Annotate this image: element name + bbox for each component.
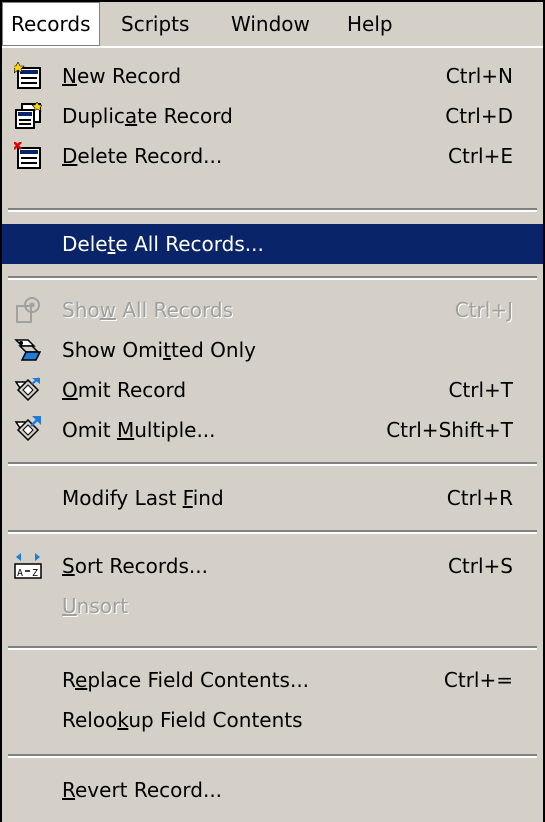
menu-item-label: Show Omitted Only <box>62 338 256 362</box>
menu-item-show-all-records: Show All Records Ctrl+J <box>2 290 543 330</box>
menu-item-shortcut: Ctrl+J <box>454 298 513 322</box>
menu-item-shortcut: Ctrl+N <box>445 64 513 88</box>
menu-item-show-omitted-only[interactable]: Show Omitted Only <box>2 330 543 370</box>
menubar-window[interactable]: Window <box>222 2 319 46</box>
menu-item-shortcut: Ctrl+E <box>448 144 513 168</box>
menu-item-label: Show All Records <box>62 298 233 322</box>
menu-item-label: Sort Records... <box>62 554 208 578</box>
show-omitted-icon <box>14 336 42 364</box>
menu-separator <box>8 208 537 212</box>
duplicate-record-icon <box>14 101 43 130</box>
menu-item-revert-record[interactable]: Revert Record... <box>2 770 543 810</box>
new-record-icon <box>11 61 42 90</box>
omit-record-icon <box>14 376 42 404</box>
menu-separator <box>8 276 537 280</box>
menu-bar: Records Scripts Window Help <box>2 2 543 46</box>
menu-separator <box>8 530 537 534</box>
menu-item-shortcut: Ctrl+D <box>445 104 513 128</box>
menubar-scripts[interactable]: Scripts <box>112 2 198 46</box>
records-dropdown-menu: New Record Ctrl+N Duplicate Record Ctrl+… <box>2 46 543 822</box>
menu-item-duplicate-record[interactable]: Duplicate Record Ctrl+D <box>2 96 543 136</box>
menu-item-replace-field-contents[interactable]: Replace Field Contents... Ctrl+= <box>2 660 543 700</box>
records-menu-window: Records Scripts Window Help New Record C… <box>0 0 545 822</box>
menu-item-label: New Record <box>62 64 182 88</box>
menu-item-shortcut: Ctrl+T <box>448 378 513 402</box>
menu-item-label: Modify Last Find <box>62 486 224 510</box>
menubar-records[interactable]: Records <box>2 2 100 46</box>
menu-item-label: Revert Record... <box>62 778 223 802</box>
svg-text:Z: Z <box>32 568 38 579</box>
sort-records-icon: A Z <box>14 552 42 580</box>
menu-separator <box>8 646 537 650</box>
menu-item-label: Duplicate Record <box>62 104 233 128</box>
menu-item-shortcut: Ctrl+R <box>446 486 513 510</box>
menu-item-modify-last-find[interactable]: Modify Last Find Ctrl+R <box>2 478 543 518</box>
menu-item-label: Omit Multiple... <box>62 418 216 442</box>
menu-separator <box>8 462 537 466</box>
menu-item-label: Delete Record... <box>62 144 223 168</box>
menu-item-label: Relоokup Field Contents <box>62 708 303 732</box>
menu-item-label: Delete All Records... <box>62 232 264 256</box>
menu-item-shortcut: Ctrl+S <box>447 554 513 578</box>
menu-item-omit-multiple[interactable]: Omit Multiple... Ctrl+Shift+T <box>2 410 543 450</box>
menu-item-relookup-field-contents[interactable]: Relоokup Field Contents <box>2 700 543 740</box>
menu-separator <box>8 754 537 758</box>
menu-item-shortcut: Ctrl+Shift+T <box>386 418 513 442</box>
menu-item-new-record[interactable]: New Record Ctrl+N <box>2 56 543 96</box>
menu-item-omit-record[interactable]: Omit Record Ctrl+T <box>2 370 543 410</box>
menu-item-label: Unsort <box>62 594 129 618</box>
menu-item-unsort: Unsort <box>2 586 543 626</box>
menu-item-shortcut: Ctrl+= <box>443 668 513 692</box>
menu-item-label: Replace Field Contents... <box>62 668 310 692</box>
menu-item-label: Omit Record <box>62 378 187 402</box>
delete-record-icon <box>13 141 42 170</box>
menu-item-sort-records[interactable]: A Z Sort Records... Ctrl+S <box>2 546 543 586</box>
omit-multiple-icon <box>14 416 42 444</box>
show-all-records-icon <box>14 296 42 324</box>
svg-text:A: A <box>17 568 23 579</box>
menu-item-delete-all-records[interactable]: Delete All Records... <box>2 224 543 264</box>
menubar-help[interactable]: Help <box>338 2 402 46</box>
menu-item-delete-record[interactable]: Delete Record... Ctrl+E <box>2 136 543 176</box>
